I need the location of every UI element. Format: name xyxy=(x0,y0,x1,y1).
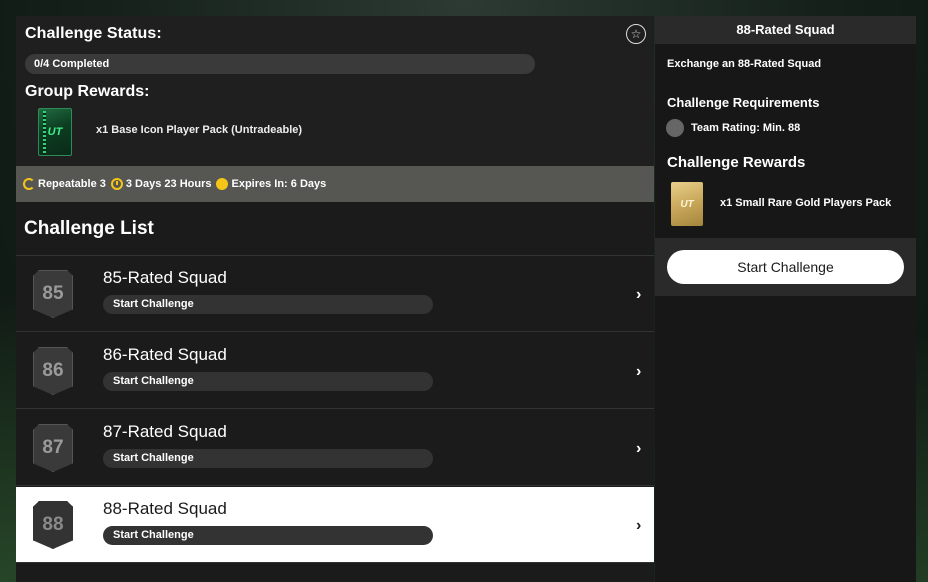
expires-info: Expires In: 6 Days xyxy=(216,178,326,190)
rating-badge-icon: 85 xyxy=(33,270,73,318)
group-rewards-title: Group Rewards: xyxy=(25,83,150,100)
row-title: 86-Rated Squad xyxy=(103,345,227,364)
requirements-title: Challenge Requirements xyxy=(667,95,820,110)
repeatable-info: Repeatable 3 xyxy=(23,178,106,190)
gold-pack-label: UT xyxy=(680,198,694,210)
row-title: 88-Rated Squad xyxy=(103,499,227,518)
row-start-pill: Start Challenge xyxy=(103,372,433,391)
star-icon[interactable]: ☆ xyxy=(626,24,646,44)
clock-icon xyxy=(110,178,123,190)
requirement-text: Team Rating: Min. 88 xyxy=(691,122,801,134)
repeat-icon xyxy=(23,178,35,190)
rating-badge-icon: 86 xyxy=(33,347,73,395)
row-title: 87-Rated Squad xyxy=(103,422,227,441)
detail-header: 88-Rated Squad xyxy=(655,16,916,44)
progress-text: 0/4 Completed xyxy=(34,58,110,70)
requirement-status-icon xyxy=(666,119,684,137)
rating-badge-icon: 88 xyxy=(33,501,73,549)
chevron-right-icon: › xyxy=(636,286,642,303)
start-challenge-button[interactable]: Start Challenge xyxy=(667,250,904,284)
start-area: Start Challenge xyxy=(655,238,916,296)
row-start-pill: Start Challenge xyxy=(103,449,433,468)
repeatable-text: Repeatable 3 xyxy=(38,178,106,190)
challenge-row-88[interactable]: 88 88-Rated Squad Start Challenge › xyxy=(16,487,654,563)
gold-pack-image: UT xyxy=(671,182,703,226)
chevron-right-icon: › xyxy=(636,517,642,534)
expires-text: Expires In: 6 Days xyxy=(231,178,327,190)
challenge-row-85[interactable]: 85 85-Rated Squad Start Challenge › xyxy=(16,256,654,332)
timer-icon xyxy=(216,178,229,190)
pack-label: UT xyxy=(47,126,63,138)
pack-strip xyxy=(43,111,46,155)
repeat-time-text: 3 Days 23 Hours xyxy=(125,178,212,190)
row-start-pill: Start Challenge xyxy=(103,295,433,314)
status-title: Challenge Status: xyxy=(25,25,162,42)
info-strip: Repeatable 3 3 Days 23 Hours Expires In:… xyxy=(16,166,654,202)
repeat-time-info: 3 Days 23 Hours xyxy=(110,178,212,190)
row-start-pill: Start Challenge xyxy=(103,526,433,545)
chevron-right-icon: › xyxy=(636,363,642,380)
icon-pack-image: UT xyxy=(38,108,72,156)
progress-bar: 0/4 Completed xyxy=(25,54,535,74)
row-title: 85-Rated Squad xyxy=(103,268,227,287)
detail-description: Exchange an 88-Rated Squad xyxy=(667,58,822,70)
rating-badge-icon: 87 xyxy=(33,424,73,472)
chevron-right-icon: › xyxy=(636,440,642,457)
challenge-list-title: Challenge List xyxy=(24,218,154,239)
challenge-status-section: Challenge Status: ☆ 0/4 Completed Group … xyxy=(16,16,654,166)
group-reward-text: x1 Base Icon Player Pack (Untradeable) xyxy=(96,124,303,136)
rewards-title: Challenge Rewards xyxy=(667,154,806,171)
challenge-row-87[interactable]: 87 87-Rated Squad Start Challenge › xyxy=(16,410,654,486)
challenge-panel: Challenge Status: ☆ 0/4 Completed Group … xyxy=(16,16,654,582)
challenge-detail-panel: 88-Rated Squad Exchange an 88-Rated Squa… xyxy=(655,16,916,582)
reward-text: x1 Small Rare Gold Players Pack xyxy=(720,197,892,209)
challenge-row-86[interactable]: 86 86-Rated Squad Start Challenge › xyxy=(16,333,654,409)
